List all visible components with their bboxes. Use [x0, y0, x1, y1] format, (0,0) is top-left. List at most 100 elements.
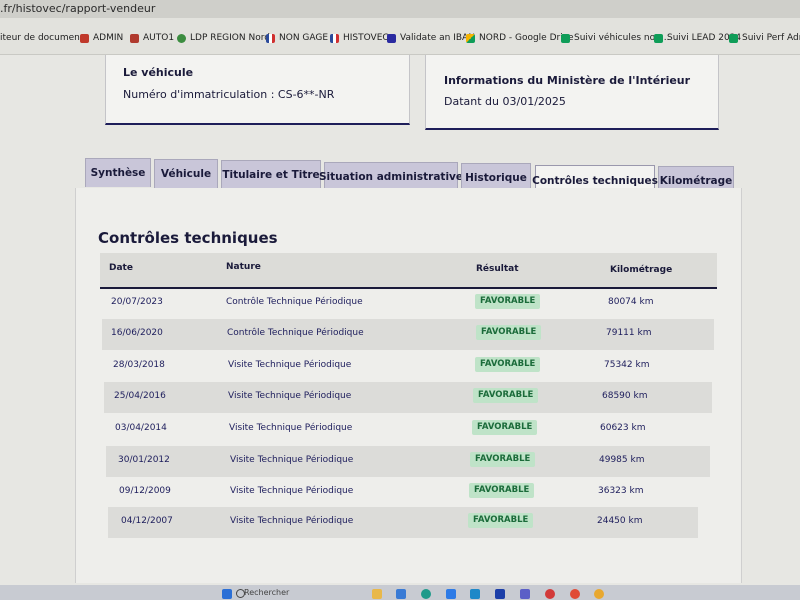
row-mileage: 36323 km	[598, 486, 644, 496]
tab-titulaire-et-titre[interactable]: Titulaire et Titre	[221, 160, 321, 189]
tab-label: Véhicule	[160, 168, 212, 180]
bookmark-admin[interactable]: ADMIN	[80, 31, 123, 45]
tab-label: Contrôles techniques	[532, 175, 658, 187]
row-date: 30/01/2012	[118, 455, 170, 465]
header-result: Résultat	[476, 264, 519, 274]
row-mileage: 75342 km	[604, 360, 650, 370]
tab-label: Historique	[465, 172, 527, 184]
row-date: 28/03/2018	[113, 360, 165, 370]
result-badge: FAVORABLE	[476, 325, 542, 340]
section-title: Contrôles techniques	[98, 229, 278, 247]
header-date: Date	[109, 263, 133, 273]
vehicle-card-title: Le véhicule	[123, 66, 194, 79]
bookmark-non-gage[interactable]: NON GAGE	[266, 31, 328, 45]
table-header: Date Nature Résultat Kilométrage	[100, 253, 717, 289]
table-row: 30/01/2012 Visite Technique Périodique F…	[106, 446, 710, 477]
files-icon[interactable]	[372, 589, 382, 599]
tab-vehicule[interactable]: Véhicule	[154, 159, 218, 188]
result-badge: FAVORABLE	[472, 420, 538, 435]
result-badge: FAVORABLE	[468, 513, 534, 528]
bookmark-label: LDP REGION Nord	[190, 33, 270, 43]
ministry-date: Datant du 03/01/2025	[444, 95, 566, 108]
result-badge: FAVORABLE	[475, 357, 541, 372]
tab-label: Kilométrage	[659, 175, 733, 187]
row-nature: Visite Technique Périodique	[230, 516, 354, 526]
bookmark-label: Validate an IBAN	[400, 33, 475, 43]
taskbar: Rechercher	[0, 585, 800, 600]
drive-icon	[177, 33, 186, 43]
address-url[interactable]: .fr/histovec/rapport-vendeur	[0, 2, 155, 15]
edge-icon[interactable]	[421, 589, 431, 599]
row-nature: Visite Technique Périodique	[230, 486, 354, 496]
header-mileage: Kilométrage	[610, 265, 673, 275]
result-badge: FAVORABLE	[473, 388, 539, 403]
tab-label: Synthèse	[90, 167, 146, 179]
bookmark-ldp-region-nord[interactable]: LDP REGION Nord	[177, 31, 270, 45]
address-bar[interactable]: .fr/histovec/rapport-vendeur	[0, 0, 800, 18]
table-row: 09/12/2009 Visite Technique Périodique F…	[107, 477, 709, 508]
taskbar-search[interactable]: Rechercher	[244, 588, 289, 597]
table-row: 25/04/2016 Visite Technique Périodique F…	[104, 382, 712, 413]
row-mileage: 68590 km	[602, 391, 648, 401]
sheets-icon	[729, 33, 738, 43]
auto1-bookmark-icon	[130, 33, 139, 43]
table-row: 04/12/2007 Visite Technique Périodique F…	[108, 507, 698, 538]
sheets-icon	[561, 33, 570, 43]
flag-icon	[330, 33, 339, 43]
table-row: 16/06/2020 Contrôle Technique Périodique…	[102, 319, 714, 350]
row-date: 16/06/2020	[111, 328, 163, 338]
bookmark-label: HISTOVEC	[343, 33, 389, 43]
bookmark-label: iteur de documen...	[0, 33, 89, 43]
bookmark-label: AUTO1	[143, 33, 175, 43]
windows-icon[interactable]	[222, 589, 232, 599]
bookmark-auto1[interactable]: AUTO1	[130, 31, 174, 45]
tab-label: Titulaire et Titre	[222, 169, 320, 181]
mail-icon[interactable]	[446, 589, 456, 599]
row-date: 09/12/2009	[119, 486, 171, 496]
row-nature: Visite Technique Périodique	[228, 360, 352, 370]
bookmark-label: NORD - Google Drive	[479, 33, 574, 43]
result-badge: FAVORABLE	[475, 294, 541, 309]
teams-icon[interactable]	[520, 589, 530, 599]
row-date: 04/12/2007	[121, 516, 173, 526]
row-nature: Contrôle Technique Périodique	[226, 297, 363, 307]
row-date: 03/04/2014	[115, 423, 167, 433]
table-row: 03/04/2014 Visite Technique Périodique F…	[105, 414, 711, 445]
bookmark-label: Suivi Perf Admin -...	[742, 33, 800, 43]
ministry-card	[425, 55, 719, 130]
row-nature: Visite Technique Périodique	[229, 423, 353, 433]
row-date: 20/07/2023	[111, 297, 163, 307]
result-badge: FAVORABLE	[470, 452, 536, 467]
row-nature: Visite Technique Périodique	[228, 391, 352, 401]
row-nature: Contrôle Technique Périodique	[227, 328, 364, 338]
chrome-alt-icon[interactable]	[594, 589, 604, 599]
ministry-card-title: Informations du Ministère de l'Intérieur	[444, 74, 691, 87]
row-mileage: 60623 km	[600, 423, 646, 433]
tab-label: Situation administrative	[318, 171, 464, 183]
tab-synthese[interactable]: Synthèse	[85, 158, 151, 187]
bookmark-label: ADMIN	[93, 33, 124, 43]
bookmark-nord-google-drive[interactable]: NORD - Google Drive	[466, 31, 574, 45]
chrome-icon[interactable]	[570, 589, 580, 599]
store-icon[interactable]	[396, 589, 406, 599]
iban-icon	[387, 33, 396, 43]
row-date: 25/04/2016	[114, 391, 166, 401]
flag-icon	[266, 33, 275, 43]
tab-situation-administrative[interactable]: Situation administrative	[319, 162, 463, 191]
l-app-icon[interactable]	[495, 589, 505, 599]
bookmark-histovec[interactable]: HISTOVEC	[330, 31, 389, 45]
bookmark-editeur[interactable]: iteur de documen...	[0, 31, 88, 45]
row-mileage: 24450 km	[597, 516, 643, 526]
header-nature: Nature	[226, 262, 261, 272]
result-badge: FAVORABLE	[469, 483, 535, 498]
row-mileage: 79111 km	[606, 328, 652, 338]
row-mileage: 80074 km	[608, 297, 654, 307]
app-icon[interactable]	[470, 589, 480, 599]
bookmark-validate-iban[interactable]: Validate an IBAN	[387, 31, 475, 45]
bookmark-suivi-perf-admin[interactable]: Suivi Perf Admin -...	[729, 31, 800, 45]
sheets-icon	[654, 33, 663, 43]
opera-icon[interactable]	[545, 589, 555, 599]
bookmarks-bar: iteur de documen... ADMIN AUTO1 LDP REGI…	[0, 18, 800, 55]
row-mileage: 49985 km	[599, 455, 645, 465]
table-row: 20/07/2023 Contrôle Technique Périodique…	[102, 288, 715, 319]
